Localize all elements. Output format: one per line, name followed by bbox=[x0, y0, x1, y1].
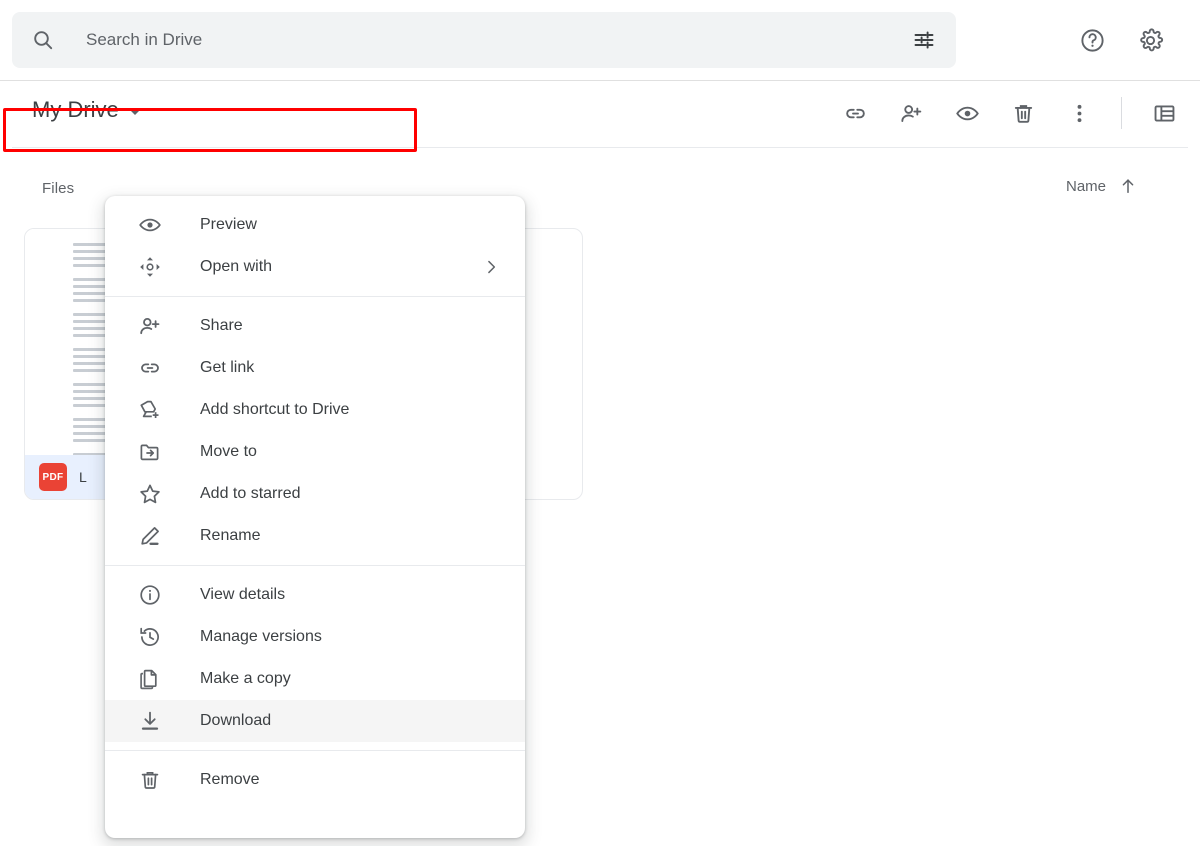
menu-item-label: Manage versions bbox=[200, 628, 322, 645]
help-icon[interactable] bbox=[1072, 20, 1112, 60]
menu-item-label: View details bbox=[200, 586, 286, 603]
share-person-add-icon bbox=[137, 313, 163, 339]
file-name-label: L bbox=[79, 469, 87, 485]
menu-item-make-a-copy[interactable]: Make a copy bbox=[105, 658, 525, 700]
search-box[interactable] bbox=[12, 12, 956, 68]
menu-item-share[interactable]: Share bbox=[105, 305, 525, 347]
move-to-folder-icon bbox=[137, 439, 163, 465]
search-header bbox=[0, 0, 1200, 80]
menu-divider bbox=[105, 750, 525, 751]
menu-item-label: Get link bbox=[200, 359, 255, 376]
sort-control[interactable]: Name bbox=[1066, 176, 1138, 196]
toolbar-actions bbox=[835, 93, 1184, 133]
menu-item-label: Preview bbox=[200, 216, 257, 233]
chevron-right-icon[interactable] bbox=[481, 257, 501, 277]
menu-item-move-to[interactable]: Move to bbox=[105, 431, 525, 473]
history-clock-icon bbox=[137, 624, 163, 650]
files-section-title: Files bbox=[42, 180, 75, 197]
share-person-add-icon[interactable] bbox=[891, 93, 931, 133]
gear-icon[interactable] bbox=[1130, 20, 1170, 60]
drive-app-window: My Drive bbox=[0, 0, 1200, 846]
arrow-up-icon[interactable] bbox=[1118, 176, 1138, 196]
menu-item-view-details[interactable]: View details bbox=[105, 574, 525, 616]
menu-item-open-with[interactable]: Open with bbox=[105, 246, 525, 288]
drive-toolbar: My Drive bbox=[0, 81, 1200, 147]
pencil-edit-icon bbox=[137, 523, 163, 549]
more-vertical-icon[interactable] bbox=[1059, 93, 1099, 133]
menu-divider bbox=[105, 565, 525, 566]
menu-item-add-to-starred[interactable]: Add to starred bbox=[105, 473, 525, 515]
menu-item-label: Download bbox=[200, 712, 272, 729]
menu-divider bbox=[105, 296, 525, 297]
get-link-icon[interactable] bbox=[835, 93, 875, 133]
menu-item-label: Add shortcut to Drive bbox=[200, 401, 350, 418]
search-input[interactable] bbox=[84, 20, 956, 60]
menu-item-download[interactable]: Download bbox=[105, 700, 525, 742]
trash-icon bbox=[137, 767, 163, 793]
list-view-icon[interactable] bbox=[1144, 93, 1184, 133]
menu-item-get-link[interactable]: Get link bbox=[105, 347, 525, 389]
copy-icon bbox=[137, 666, 163, 692]
menu-item-label: Move to bbox=[200, 443, 257, 460]
info-circle-icon bbox=[137, 582, 163, 608]
menu-item-label: Make a copy bbox=[200, 670, 291, 687]
menu-item-add-shortcut-to-drive[interactable]: Add shortcut to Drive bbox=[105, 389, 525, 431]
preview-eye-icon bbox=[137, 212, 163, 238]
menu-item-label: Remove bbox=[200, 771, 260, 788]
chevron-down-icon[interactable] bbox=[128, 108, 141, 115]
star-icon bbox=[137, 481, 163, 507]
open-with-move-icon bbox=[137, 254, 163, 280]
menu-item-label: Rename bbox=[200, 527, 261, 544]
search-icon bbox=[30, 27, 56, 53]
trash-icon[interactable] bbox=[1003, 93, 1043, 133]
file-context-menu[interactable]: Preview Open with Share Get link Add shortcu… bbox=[105, 196, 525, 838]
link-icon bbox=[137, 355, 163, 381]
menu-item-manage-versions[interactable]: Manage versions bbox=[105, 616, 525, 658]
menu-item-preview[interactable]: Preview bbox=[105, 204, 525, 246]
breadcrumb-label: My Drive bbox=[32, 97, 119, 122]
menu-item-remove[interactable]: Remove bbox=[105, 759, 525, 801]
download-icon bbox=[137, 708, 163, 734]
menu-item-label: Add to starred bbox=[200, 485, 301, 502]
tune-filter-icon[interactable] bbox=[900, 16, 948, 64]
menu-item-rename[interactable]: Rename bbox=[105, 515, 525, 557]
toolbar-separator bbox=[1121, 97, 1122, 129]
menu-item-label: Open with bbox=[200, 258, 273, 275]
add-shortcut-icon bbox=[137, 397, 163, 423]
breadcrumb[interactable]: My Drive bbox=[32, 97, 141, 123]
sort-label: Name bbox=[1065, 177, 1106, 195]
menu-item-label: Share bbox=[200, 317, 243, 334]
pdf-type-icon: PDF bbox=[39, 463, 67, 491]
preview-eye-icon[interactable] bbox=[947, 93, 987, 133]
